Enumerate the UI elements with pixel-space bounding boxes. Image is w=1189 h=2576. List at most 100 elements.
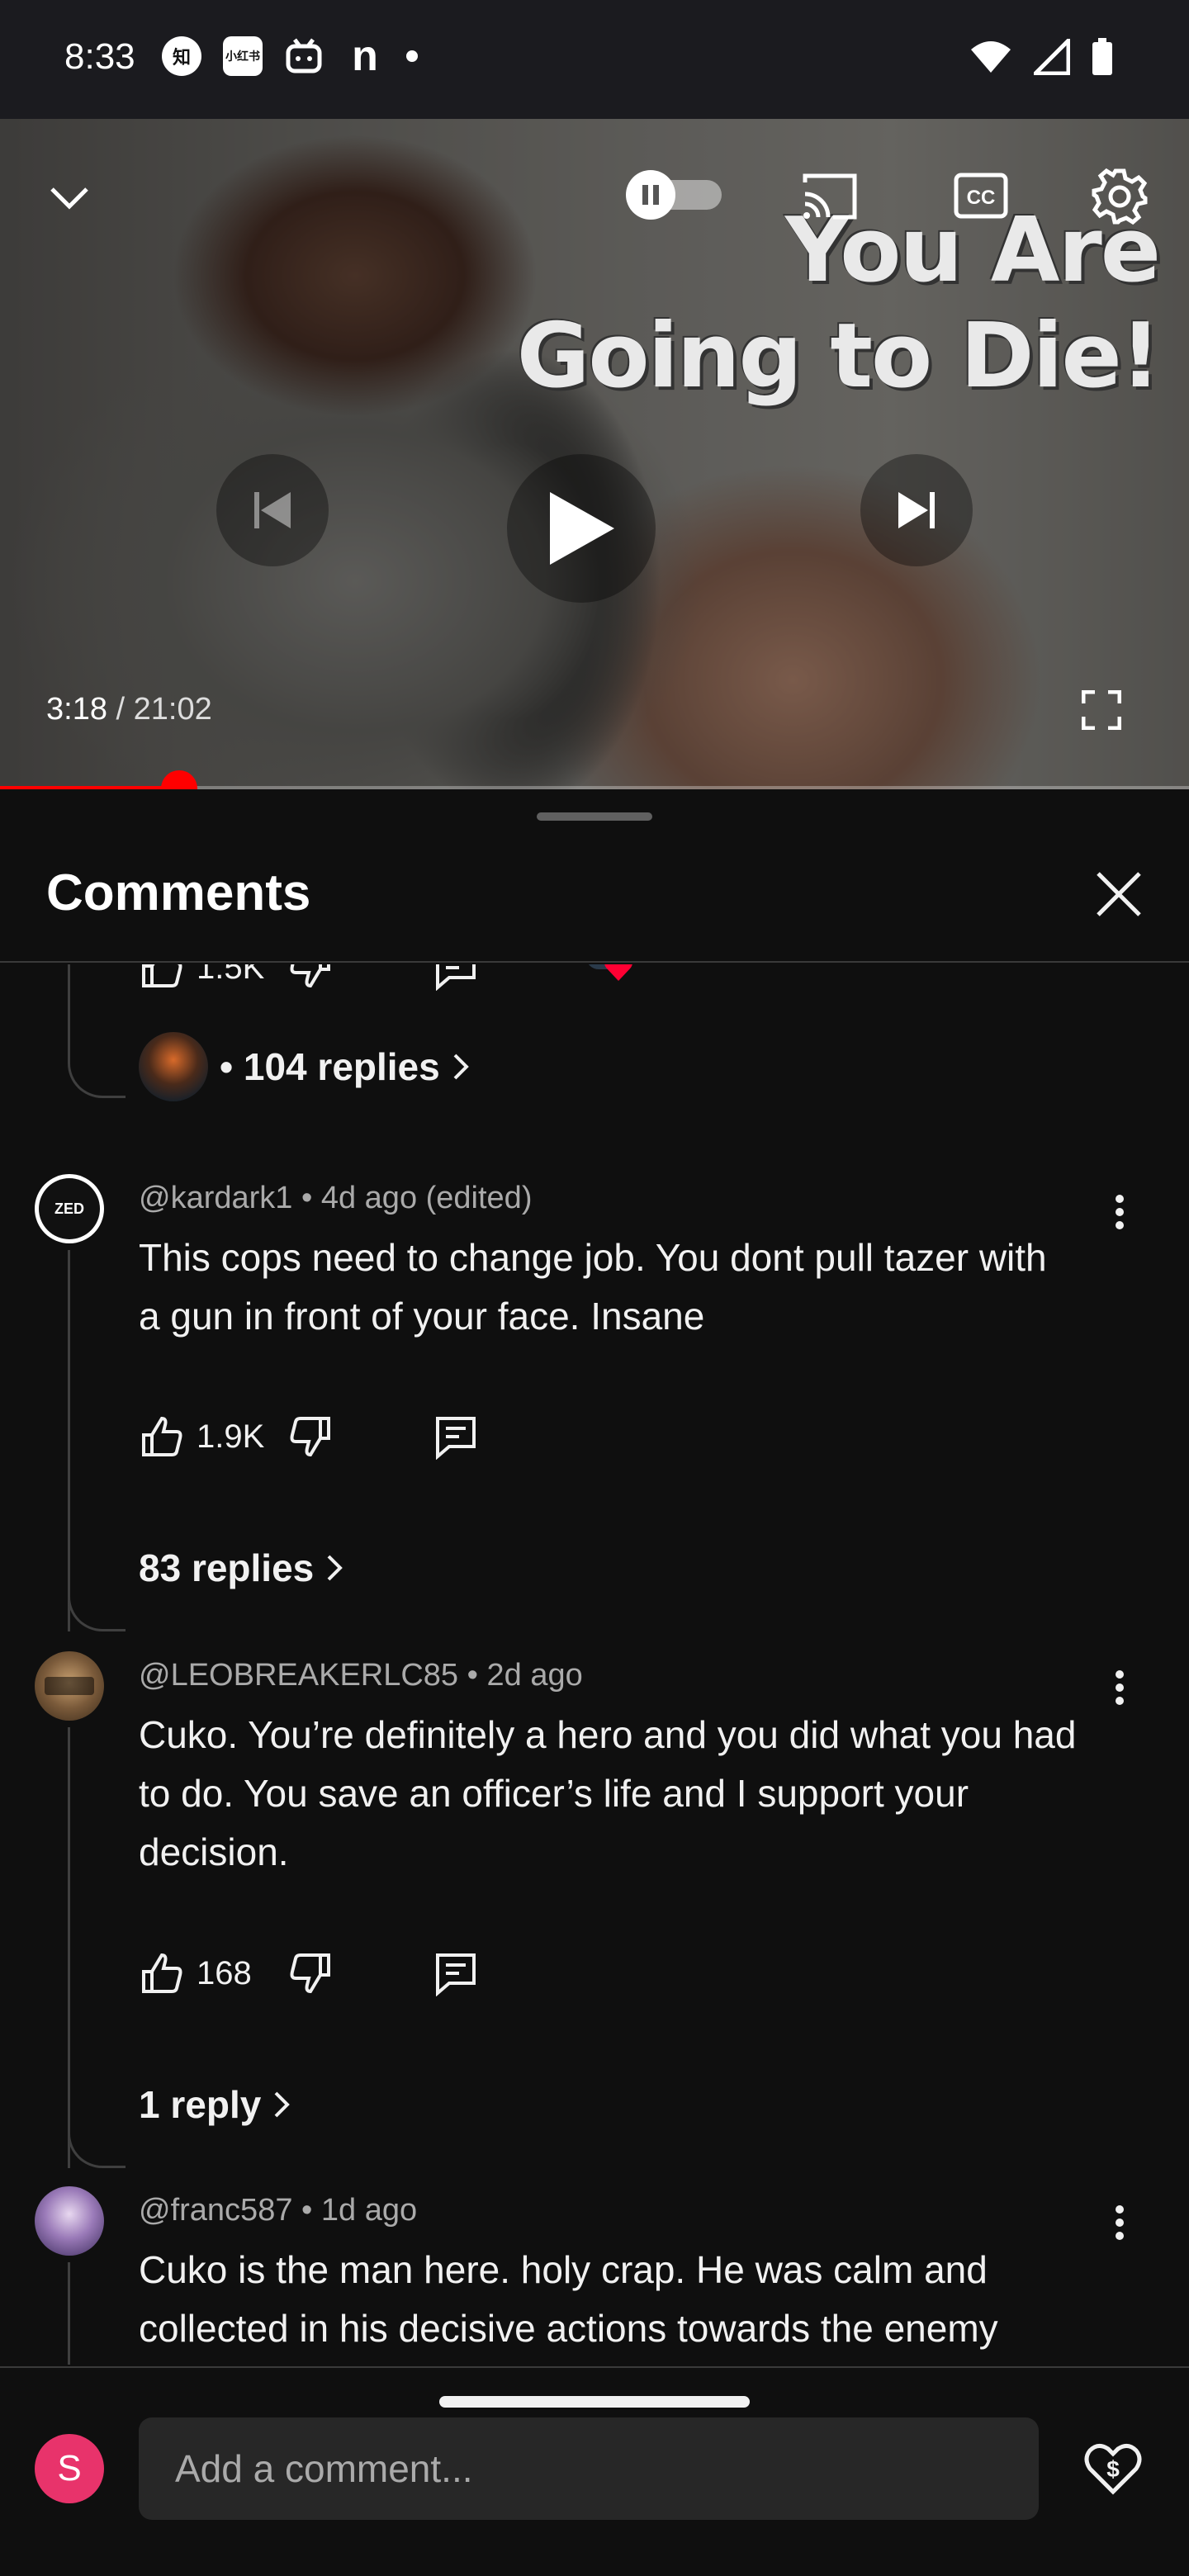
battery-icon <box>1092 38 1112 75</box>
fullscreen-icon <box>1082 690 1121 730</box>
dislike-icon[interactable] <box>287 964 334 991</box>
view-replies-button[interactable]: 1 reply <box>139 2082 291 2127</box>
chevron-down-icon <box>50 187 88 210</box>
heart-icon <box>604 964 632 981</box>
signal-icon <box>1034 39 1070 75</box>
reply-icon[interactable] <box>433 1413 479 1460</box>
comment-text: Cuko. You’re definitely a hero and you d… <box>139 1713 1077 1873</box>
thread-line <box>68 964 70 1042</box>
skip-previous-icon <box>254 492 291 528</box>
comment-actions: 168 <box>139 1947 479 2000</box>
comment-timestamp: • 1d ago <box>301 2193 418 2228</box>
comment-menu-button[interactable] <box>1103 1187 1136 1237</box>
avatar-badge <box>45 1677 94 1695</box>
previous-button[interactable] <box>216 454 329 566</box>
thread-line <box>68 2262 70 2365</box>
more-vert-icon <box>1116 1195 1124 1229</box>
comment-timestamp: • 2d ago <box>467 1658 583 1693</box>
comment-menu-button[interactable] <box>1103 1663 1136 1712</box>
cast-icon <box>803 173 857 220</box>
reply-author-avatar <box>139 1032 208 1101</box>
comments-title: Comments <box>46 864 311 921</box>
thread-connector <box>68 1040 126 1098</box>
thread-line <box>68 1727 70 2168</box>
view-replies-button[interactable]: 83 replies <box>139 1546 343 1590</box>
comment-meta: @franc587 • 1d ago <box>139 2193 417 2228</box>
bilibili-icon <box>284 36 324 76</box>
xiaohongshu-icon: 小红书 <box>223 36 263 76</box>
minimize-button[interactable] <box>36 165 102 231</box>
replies-count-label: • 104 replies <box>220 1045 440 1088</box>
video-player[interactable]: You Are Going to Die! CC 3:18 / 21:02 <box>0 119 1189 789</box>
replies-count-label: 83 replies <box>139 1546 315 1589</box>
comment-meta: @LEOBREAKERLC85 • 2d ago <box>139 1658 583 1693</box>
autoplay-toggle[interactable] <box>621 170 730 220</box>
thread-connector <box>68 2110 126 2168</box>
status-bar: 8:33 知 小红书 n <box>0 0 1189 119</box>
cc-icon: CC <box>954 173 1008 219</box>
like-count: 1.9K <box>197 1418 265 1455</box>
comment-author[interactable]: @franc587 <box>139 2193 292 2228</box>
timecode: 3:18 / 21:02 <box>46 692 212 727</box>
user-avatar[interactable]: S <box>35 2434 104 2503</box>
status-time: 8:33 <box>64 36 135 77</box>
reply-icon[interactable] <box>433 1950 479 1996</box>
svg-text:$: $ <box>1106 2456 1120 2482</box>
avatar[interactable] <box>35 2186 104 2256</box>
header-divider <box>0 961 1189 963</box>
super-thanks-button[interactable]: $ <box>1083 2439 1143 2498</box>
comment-timestamp: • 4d ago (edited) <box>301 1181 533 1215</box>
thread-connector <box>68 1574 126 1631</box>
n-app-icon: n <box>352 32 378 80</box>
comment-author[interactable]: @kardark1 <box>139 1181 292 1215</box>
svg-text:CC: CC <box>967 187 996 209</box>
more-notifications-dot <box>406 50 418 62</box>
dislike-icon[interactable] <box>287 1950 334 1996</box>
chevron-right-icon <box>327 1555 343 1581</box>
close-comments-button[interactable] <box>1093 869 1144 920</box>
add-comment-input[interactable] <box>139 2417 1039 2520</box>
home-indicator[interactable] <box>439 2396 750 2408</box>
notification-icons: 知 小红书 n <box>162 32 418 80</box>
system-icons <box>969 38 1113 76</box>
zhihu-icon: 知 <box>162 36 201 76</box>
captions-button[interactable]: CC <box>951 168 1011 223</box>
like-icon[interactable] <box>139 964 185 991</box>
dislike-icon[interactable] <box>287 1413 334 1460</box>
current-time: 3:18 <box>46 692 107 727</box>
like-count: 1.5K <box>197 964 265 986</box>
view-replies-button[interactable]: • 104 replies <box>139 1032 470 1101</box>
avatar[interactable] <box>35 1651 104 1721</box>
chevron-right-icon <box>274 2091 291 2118</box>
like-icon[interactable] <box>139 1950 185 1996</box>
cast-button[interactable] <box>798 167 862 225</box>
drag-handle[interactable] <box>537 812 652 821</box>
comment-author[interactable]: @LEOBREAKERLC85 <box>139 1658 458 1693</box>
comment-actions: 1.5K <box>139 964 636 994</box>
super-thanks-icon: $ <box>1084 2444 1142 2495</box>
more-vert-icon <box>1116 1670 1124 1705</box>
comment-text: This cops need to change job. You dont p… <box>139 1236 1047 1338</box>
play-button[interactable] <box>507 454 656 603</box>
comments-list[interactable]: 1.5K • 104 replies ZED @kardark1 • 4d ag… <box>0 964 1189 2365</box>
more-vert-icon <box>1116 2205 1124 2240</box>
comment-meta: @kardark1 • 4d ago (edited) <box>139 1181 532 1216</box>
comment-text: Cuko is the man here. holy crap. He was … <box>139 2248 998 2350</box>
chevron-right-icon <box>453 1054 469 1080</box>
next-button[interactable] <box>860 454 973 566</box>
fullscreen-button[interactable] <box>1078 687 1125 733</box>
like-count: 168 <box>197 1954 252 1991</box>
like-icon[interactable] <box>139 1413 185 1460</box>
video-duration: 21:02 <box>133 692 212 727</box>
avatar[interactable]: ZED <box>35 1174 104 1243</box>
close-icon <box>1097 872 1141 916</box>
reply-icon[interactable] <box>433 964 479 991</box>
settings-button[interactable] <box>1088 165 1151 228</box>
wifi-icon <box>971 41 1011 73</box>
gear-icon <box>1092 168 1148 225</box>
comments-panel: Comments 1.5K • 104 replies ZED @kardark… <box>0 789 1189 2576</box>
avatar-badge: ZED <box>39 1178 100 1239</box>
video-frame-title: You Are Going to Die! <box>516 199 1161 408</box>
comment-menu-button[interactable] <box>1103 2198 1136 2247</box>
play-icon <box>550 492 614 565</box>
